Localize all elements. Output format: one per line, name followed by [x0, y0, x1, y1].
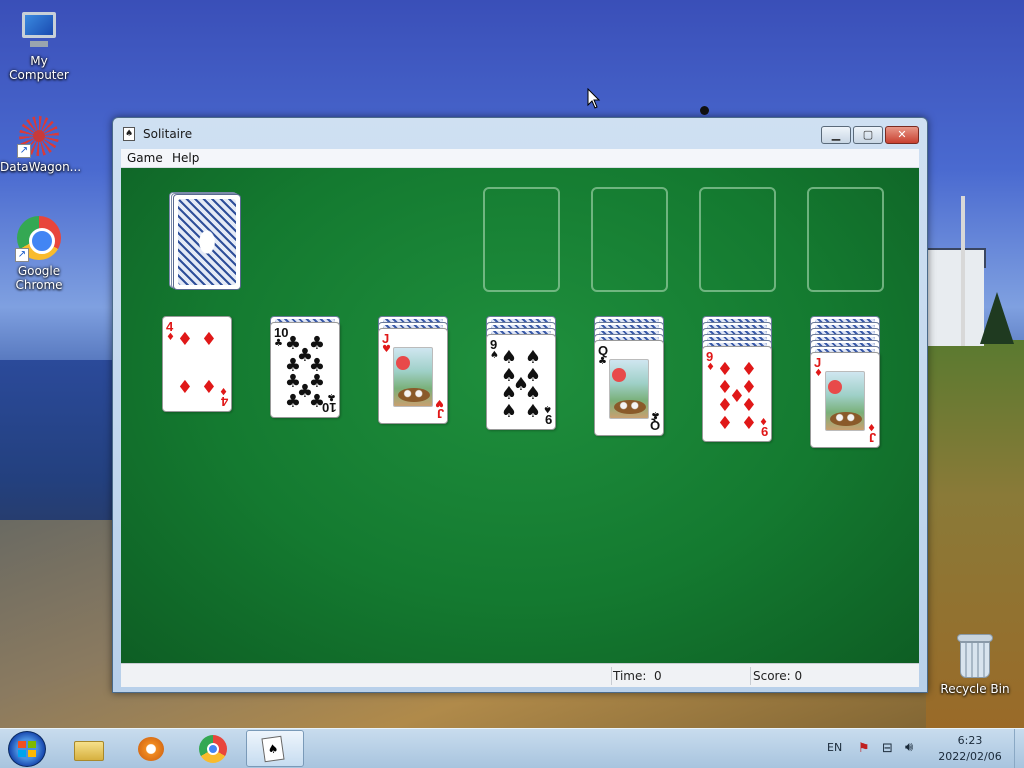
shortcut-arrow-icon: ↗ — [17, 144, 31, 158]
status-bar: Time: 0 Score: 0 — [121, 663, 919, 687]
card-rank: 9 — [760, 424, 768, 439]
playing-card[interactable]: 9 ♦ 9 ♦ ♦ ♦ ♦ ♦ ♦ ♦ ♦ ♦ ♦ — [702, 346, 772, 442]
game-board: 4 ♦ 4 ♦ ♦ ♦ ♦ ♦ 10 ♣ 10 ♣ ♣ ♣ ♣ ♣ ♣ ♣ ♣ ♣ ♣ ♣ J ♥ J ♥ 9 ♠ 9 ♠ ♠ ♠ ♠ ♠ ♠ ♠ ♠ ♠… — [121, 168, 919, 663]
clock[interactable]: 6:23 2022/02/06 — [930, 733, 1010, 765]
card-suit: ♦ — [759, 415, 768, 426]
media-player-icon — [138, 737, 164, 761]
foundation-slot[interactable] — [483, 187, 560, 292]
card-pip: ♦ — [740, 413, 758, 434]
card-pip: ♣ — [284, 391, 302, 412]
network-icon[interactable]: ⊟ — [882, 741, 893, 756]
card-suit: ♥ — [382, 344, 391, 355]
card-rank: J — [436, 406, 444, 421]
card-rank: 4 — [220, 394, 228, 409]
computer-icon — [18, 10, 60, 50]
face-card-art — [825, 371, 865, 431]
card-suit: ♠ — [543, 403, 552, 414]
card-suit: ♦ — [706, 362, 715, 373]
action-center-icon[interactable]: ⚑ — [858, 741, 870, 756]
card-suit: ♣ — [274, 338, 283, 349]
card-suit: ♦ — [814, 368, 823, 379]
card-back — [173, 194, 241, 290]
chrome-icon — [199, 735, 227, 763]
chrome-icon: ↗ — [15, 216, 61, 262]
clock-time: 6:23 — [957, 734, 983, 747]
solitaire-app-icon: ♠ — [123, 127, 135, 141]
card-pip: ♦ — [716, 413, 734, 434]
wallpaper-house — [926, 250, 984, 346]
card-rank: Q — [649, 418, 660, 433]
face-card-art — [393, 347, 433, 407]
score-text: Score: 0 — [753, 669, 803, 683]
playing-card[interactable]: J ♦ J ♦ — [810, 352, 880, 448]
menu-game[interactable]: Game — [127, 151, 163, 165]
card-suit: ♦ — [867, 421, 876, 432]
desktop-icon-label: DataWagon... — [0, 160, 82, 174]
windows-logo-icon — [18, 741, 36, 757]
solitaire-window: ♠ Solitaire ▁ ▢ ✕ Game Help 4 ♦ 4 ♦ ♦ ♦ ♦ ♦ 10 ♣ 1… — [112, 117, 928, 693]
card-suit: ♠ — [490, 350, 499, 361]
card-pip: ♦ — [176, 377, 194, 398]
card-suit: ♥ — [435, 397, 444, 408]
minimize-button[interactable]: ▁ — [821, 126, 851, 144]
card-pip: ♦ — [176, 329, 194, 350]
card-rank: 9 — [544, 412, 552, 427]
foundation-slot[interactable] — [807, 187, 884, 292]
playing-card[interactable]: 9 ♠ 9 ♠ ♠ ♠ ♠ ♠ ♠ ♠ ♠ ♠ ♠ — [486, 334, 556, 430]
card-suit: ♦ — [219, 385, 228, 396]
desktop-icon-recycle-bin[interactable]: Recycle Bin — [936, 634, 1014, 696]
menu-help[interactable]: Help — [172, 151, 199, 165]
taskbar-solitaire[interactable]: ♠ — [246, 730, 304, 767]
solitaire-card-icon: ♠ — [261, 735, 285, 763]
playing-card[interactable]: Q ♣ Q ♣ — [594, 340, 664, 436]
language-indicator[interactable]: EN — [827, 741, 842, 754]
show-desktop-button[interactable] — [1014, 729, 1024, 768]
maximize-button[interactable]: ▢ — [853, 126, 883, 144]
playing-card[interactable]: 4 ♦ 4 ♦ ♦ ♦ ♦ ♦ — [162, 316, 232, 412]
time-value: 0 — [654, 669, 662, 683]
close-button[interactable]: ✕ — [885, 126, 919, 144]
card-suit: ♣ — [651, 409, 660, 420]
card-suit: ♣ — [327, 391, 336, 402]
card-pip: ♠ — [524, 401, 542, 422]
desktop-icon-google-chrome[interactable]: ↗ Google Chrome — [0, 216, 78, 292]
menu-bar: Game Help — [121, 149, 919, 168]
face-card-art — [609, 359, 649, 419]
datawagon-icon: ↗ — [17, 116, 59, 158]
shortcut-arrow-icon: ↗ — [15, 248, 29, 262]
title-bar[interactable]: ♠ Solitaire ▁ ▢ ✕ — [113, 118, 927, 148]
taskbar: ♠ EN ⚑ ⊟ 🔊︎ 6:23 2022/02/06 — [0, 728, 1024, 768]
folder-icon — [74, 741, 104, 761]
card-pip: ♦ — [200, 377, 218, 398]
recycle-bin-icon — [957, 634, 993, 678]
time-label: Time: — [613, 669, 647, 683]
mouse-cursor-icon — [587, 88, 601, 109]
card-pip: ♠ — [500, 401, 518, 422]
foundation-slot[interactable] — [591, 187, 668, 292]
card-rank: J — [868, 430, 876, 445]
taskbar-chrome[interactable] — [196, 735, 230, 763]
card-suit: ♣ — [598, 356, 607, 367]
foundation-slot[interactable] — [699, 187, 776, 292]
card-pip: ♦ — [200, 329, 218, 350]
start-button[interactable] — [8, 731, 46, 767]
card-suit: ♦ — [166, 332, 175, 343]
desktop-icon-label: Recycle Bin — [940, 682, 1010, 696]
window-title: Solitaire — [143, 127, 193, 141]
stock-pile[interactable] — [169, 192, 241, 290]
card-pip: ♣ — [308, 391, 326, 412]
taskbar-media-player[interactable] — [134, 735, 168, 763]
wallpaper-dot — [700, 106, 709, 115]
wallpaper-flagpole — [961, 196, 965, 346]
playing-card[interactable]: J ♥ J ♥ — [378, 328, 448, 424]
wallpaper-tree — [980, 292, 1014, 344]
clock-date: 2022/02/06 — [938, 750, 1002, 763]
taskbar-explorer[interactable] — [72, 735, 106, 763]
desktop-icon-my-computer[interactable]: My Computer — [0, 10, 78, 82]
volume-icon[interactable]: 🔊︎ — [905, 740, 913, 755]
playing-card[interactable]: 10 ♣ 10 ♣ ♣ ♣ ♣ ♣ ♣ ♣ ♣ ♣ ♣ ♣ — [270, 322, 340, 418]
desktop-icon-label: My Computer — [9, 54, 69, 82]
desktop-icon-label: Google Chrome — [15, 264, 63, 292]
desktop-icon-datawagon[interactable]: ↗ DataWagon... — [0, 116, 82, 174]
